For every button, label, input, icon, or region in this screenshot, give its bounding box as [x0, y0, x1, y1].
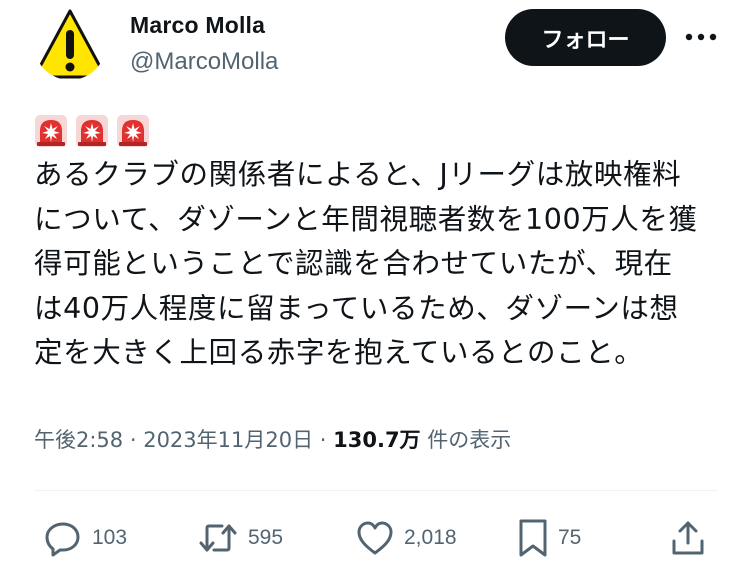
tweet-text-line: 定を大きく上回る赤字を抱えているとのこと。 — [34, 336, 644, 369]
avatar[interactable] — [34, 8, 106, 80]
bookmark-icon — [519, 519, 547, 557]
view-count-label: 件の表示 — [420, 428, 512, 452]
heart-icon — [357, 521, 393, 555]
tweet-date[interactable]: 2023年11月20日 — [143, 428, 313, 452]
bookmark-button[interactable]: 75 — [518, 518, 581, 558]
view-count[interactable]: 130.7万 — [333, 428, 420, 452]
tweet-text: あるクラブの関係者によると、Jリーグは放映権料 について、ダゾーンと年間視聴者数… — [34, 153, 724, 376]
meta-separator: · — [123, 428, 144, 452]
bookmark-count: 75 — [558, 526, 582, 549]
reply-count: 103 — [92, 526, 128, 549]
author-name[interactable]: Marco Molla — [130, 12, 265, 39]
tweet-text-line: 得可能ということで認識を合わせていたが、現在 — [34, 247, 673, 280]
divider — [34, 490, 718, 491]
retweet-count: 595 — [248, 526, 284, 549]
tweet-meta: 午後2:58 · 2023年11月20日 · 130.7万 件の表示 — [34, 424, 511, 454]
like-button[interactable]: 2,018 — [356, 518, 457, 558]
meta-separator: · — [313, 428, 334, 452]
reply-icon — [45, 522, 80, 557]
warning-sign-icon — [34, 8, 106, 80]
follow-button[interactable]: フォロー — [505, 9, 666, 66]
tweet-text-line: あるクラブの関係者によると、Jリーグは放映権料 — [34, 158, 682, 191]
retweet-button[interactable]: 595 — [198, 518, 283, 558]
author-handle[interactable]: @MarcoMolla — [130, 48, 278, 76]
reply-button[interactable]: 103 — [44, 518, 127, 558]
siren-emojis — [34, 114, 150, 148]
tweet-text-line: について、ダゾーンと年間視聴者数を100万人を獲 — [34, 202, 698, 236]
more-options-button[interactable] — [684, 22, 718, 52]
retweet-icon — [199, 524, 237, 552]
more-dots-icon — [685, 33, 717, 41]
share-button[interactable] — [670, 518, 706, 558]
police-siren-icon — [117, 115, 149, 147]
tweet-text-line: は40万人程度に留まっているため、ダゾーンは想 — [34, 291, 679, 325]
police-siren-icon — [35, 115, 67, 147]
like-count: 2,018 — [404, 526, 457, 549]
police-siren-icon — [76, 115, 108, 147]
tweet-time[interactable]: 午後2:58 — [34, 428, 123, 452]
share-icon — [672, 521, 704, 555]
